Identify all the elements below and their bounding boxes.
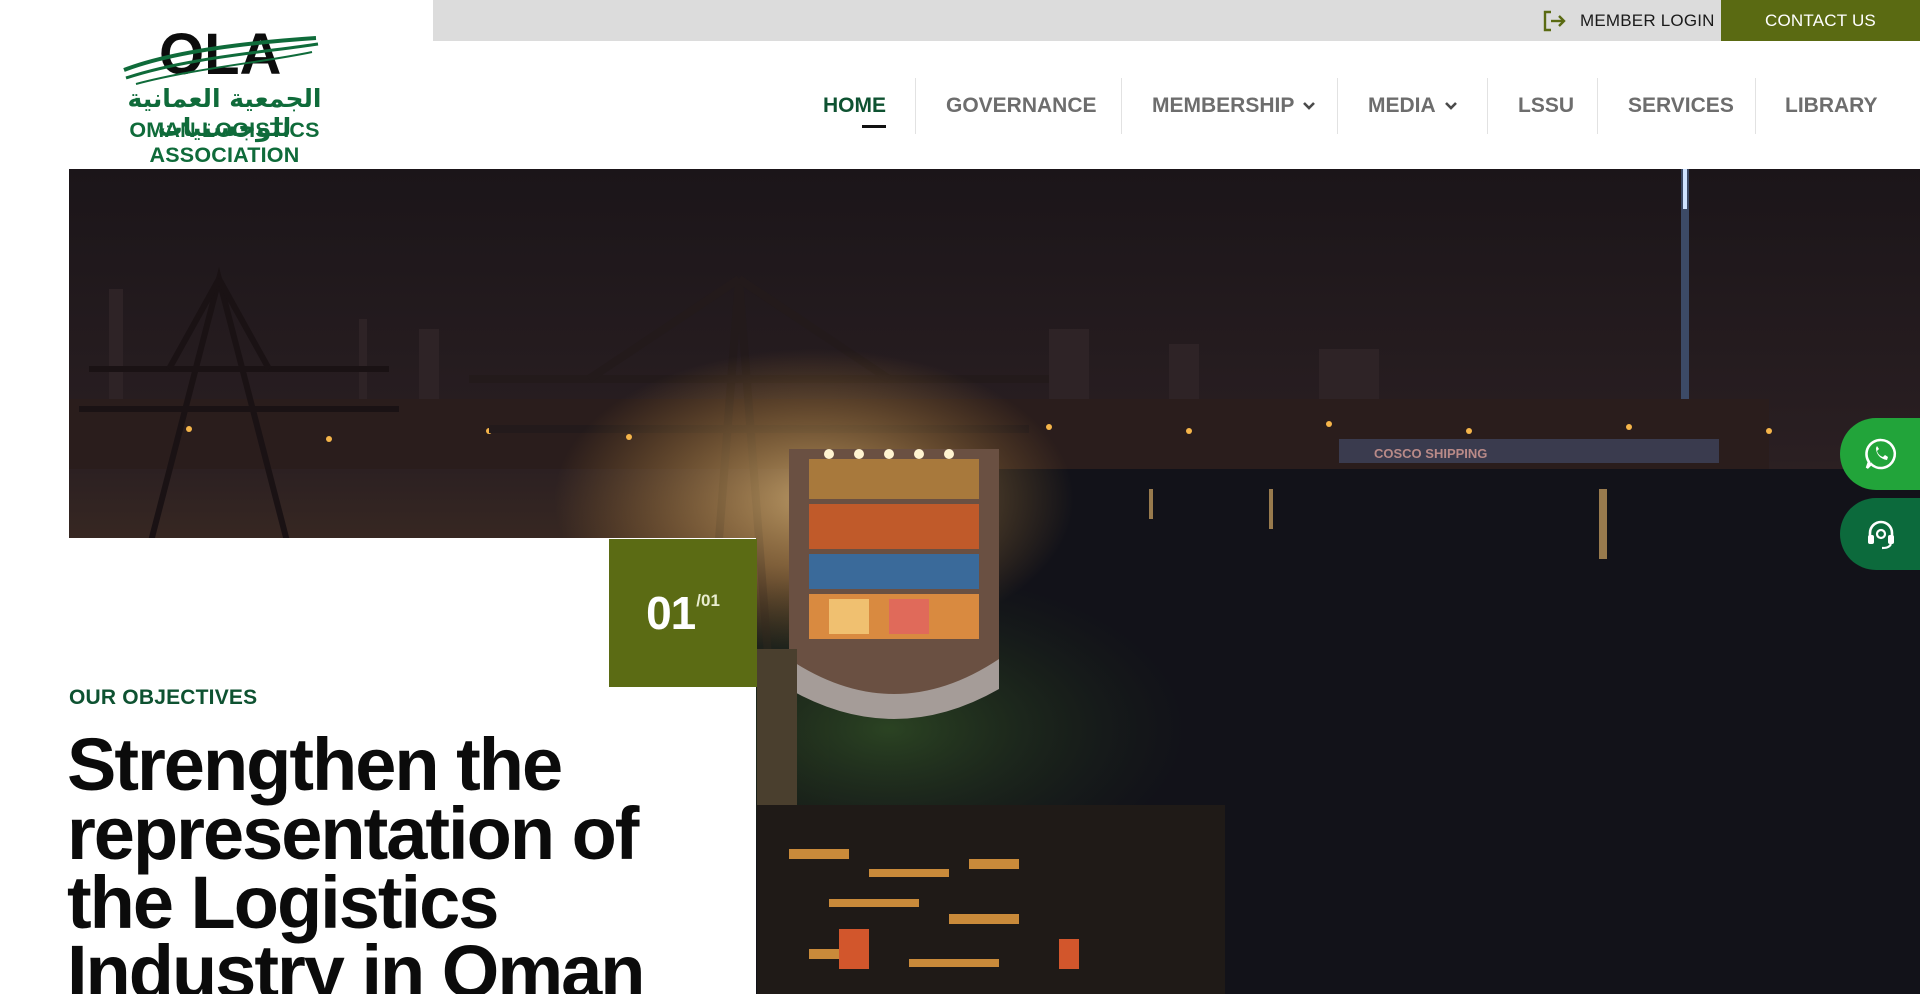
nav-divider bbox=[1487, 78, 1488, 134]
ship-marking: COSCO SHIPPING bbox=[1374, 446, 1487, 461]
main-navigation: HOME GOVERNANCE MEMBERSHIP MEDIA LSSU SE… bbox=[0, 76, 1920, 136]
slide-counter: 01 /01 bbox=[609, 539, 757, 687]
whatsapp-icon bbox=[1865, 438, 1897, 470]
slide-counter-total: /01 bbox=[696, 591, 720, 610]
whatsapp-button[interactable] bbox=[1840, 418, 1920, 490]
nav-divider bbox=[1121, 78, 1122, 134]
hero-headline-line: representation of bbox=[67, 792, 639, 875]
support-button[interactable] bbox=[1840, 498, 1920, 570]
nav-item-label: GOVERNANCE bbox=[946, 94, 1097, 117]
hero-headline: Strengthen the representation of the Log… bbox=[67, 723, 757, 994]
nav-item-label: MEMBERSHIP bbox=[1152, 94, 1295, 117]
hero-headline-line: the Logistics bbox=[67, 861, 499, 944]
nav-item-label: LSSU bbox=[1518, 94, 1575, 117]
nav-item-media[interactable]: MEDIA bbox=[1368, 76, 1458, 136]
nav-item-label: SERVICES bbox=[1628, 94, 1734, 117]
hero-eyebrow: OUR OBJECTIVES bbox=[69, 686, 258, 709]
hero-headline-line: Industry in Oman bbox=[67, 930, 646, 994]
hero-headline-line: Strengthen the bbox=[67, 723, 563, 806]
nav-divider bbox=[1337, 78, 1338, 134]
chevron-down-icon bbox=[1444, 102, 1457, 110]
nav-item-label: HOME bbox=[823, 94, 886, 117]
nav-item-lssu[interactable]: LSSU bbox=[1518, 76, 1574, 136]
contact-us-button[interactable]: CONTACT US bbox=[1721, 0, 1920, 41]
nav-item-label: MEDIA bbox=[1368, 94, 1436, 117]
member-login-label: MEMBER LOGIN bbox=[1580, 10, 1715, 30]
slide-counter-current: 01 bbox=[646, 587, 696, 639]
headset-icon bbox=[1868, 520, 1894, 550]
nav-item-library[interactable]: LIBRARY bbox=[1785, 76, 1878, 136]
nav-item-membership[interactable]: MEMBERSHIP bbox=[1152, 76, 1316, 136]
nav-divider bbox=[1755, 78, 1756, 134]
nav-item-label: LIBRARY bbox=[1785, 94, 1878, 117]
nav-item-governance[interactable]: GOVERNANCE bbox=[946, 76, 1097, 136]
member-login-link[interactable]: MEMBER LOGIN bbox=[1542, 0, 1715, 41]
nav-divider bbox=[915, 78, 916, 134]
nav-active-underline bbox=[862, 125, 886, 128]
nav-divider bbox=[1597, 78, 1598, 134]
nav-item-services[interactable]: SERVICES bbox=[1628, 76, 1734, 136]
contact-us-label: CONTACT US bbox=[1765, 10, 1876, 30]
login-arrow-icon bbox=[1543, 10, 1566, 31]
chevron-down-icon bbox=[1303, 102, 1316, 110]
